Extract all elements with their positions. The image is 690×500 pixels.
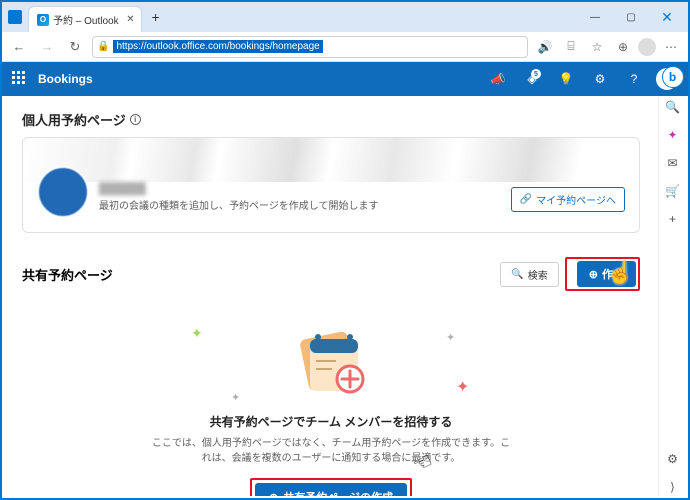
forward-button[interactable]: → — [36, 36, 58, 58]
help-icon[interactable]: ? — [622, 67, 646, 91]
sparkle-icon: ✦ — [456, 377, 469, 397]
teams-icon[interactable]: 📣 — [486, 67, 510, 91]
tab-title: 予約 – Outlook — [53, 12, 119, 27]
empty-description: ここでは、個人用予約ページではなく、チーム用予約ページを作成できます。これは、会… — [151, 436, 511, 466]
search-icon: 🔍 — [511, 269, 523, 280]
search-rail-icon[interactable]: 🔍 — [664, 98, 682, 116]
search-button[interactable]: 🔍 検索 — [500, 262, 558, 287]
browser-tab[interactable]: O 予約 – Outlook ✕ — [28, 6, 142, 32]
create-shared-page-button[interactable]: ⊕ 共有予約ページの作成 — [255, 483, 407, 496]
create-button[interactable]: ⊕ 作成 — [577, 261, 636, 287]
close-window-button[interactable]: ✕ — [650, 5, 684, 29]
copilot-rail-icon[interactable]: ✦ — [664, 126, 682, 144]
browser-sidebar: b 🔍 ✦ ✉ 🛒 + ⚙ ⟩ — [658, 96, 686, 496]
hero-banner — [23, 138, 639, 182]
notification-badge: 5 — [531, 69, 541, 79]
outlook-rail-icon[interactable]: ✉ — [664, 154, 682, 172]
sparkle-icon: ✦ — [231, 391, 240, 404]
lock-icon: 🔒 — [97, 41, 109, 52]
window-controls: — ▢ ✕ — [578, 5, 684, 29]
personal-booking-card: ██████ 最初の会議の種類を追加し、予約ページを作成して開始します 🔗 マイ… — [22, 137, 640, 233]
lightbulb-icon[interactable]: 💡 — [554, 67, 578, 91]
empty-title: 共有予約ページでチーム メンバーを招待する — [62, 413, 600, 430]
app-launcher-icon[interactable] — [12, 71, 28, 87]
diamond-icon[interactable]: ◈5 — [520, 67, 544, 91]
menu-icon[interactable]: ⋯ — [660, 36, 682, 58]
reload-button[interactable]: ↻ — [64, 36, 86, 58]
link-icon: 🔗 — [520, 194, 532, 205]
url-text: https://outlook.office.com/bookings/home… — [113, 40, 322, 53]
app-header: Bookings 📣 ◈5 💡 ⚙ ? — [2, 62, 688, 96]
shopping-rail-icon[interactable]: 🛒 — [664, 182, 682, 200]
add-rail-icon[interactable]: + — [664, 210, 682, 228]
personal-section-title: 個人用予約ページ i — [22, 110, 640, 129]
main-scroll[interactable]: 個人用予約ページ i ██████ 最初の会議の種類を追加し、予約ページを作成し… — [4, 96, 658, 496]
new-tab-button[interactable]: + — [146, 7, 166, 27]
empty-state: ✦ ✦ ✦ ✦ 共有予約ページでチーム メンバーを招待する ここでは、個人用予約… — [22, 301, 640, 496]
audio-icon[interactable]: 🔊 — [534, 36, 556, 58]
profile-icon[interactable] — [638, 38, 656, 56]
shared-section-header: 共有予約ページ 🔍 検索 ⊕ 作成 — [22, 257, 640, 291]
favorites-icon[interactable]: ☆ — [586, 36, 608, 58]
personal-desc: 最初の会議の種類を追加し、予約ページを作成して開始します — [99, 197, 501, 212]
reading-list-icon[interactable]: ⌸ — [560, 36, 582, 58]
sparkle-icon: ✦ — [191, 325, 203, 342]
app-title: Bookings — [38, 72, 93, 86]
highlight-box-create-shared: ⊕ 共有予約ページの作成 — [250, 478, 412, 496]
user-avatar-large — [37, 166, 89, 218]
settings-icon[interactable]: ⚙ — [588, 67, 612, 91]
browser-titlebar: O 予約 – Outlook ✕ + — ▢ ✕ — [2, 2, 688, 32]
sparkle-icon: ✦ — [446, 331, 455, 344]
plus-circle-icon: ⊕ — [269, 491, 278, 497]
collections-icon[interactable]: ⊕ — [612, 36, 634, 58]
browser-addressbar: ← → ↻ 🔒 https://outlook.office.com/booki… — [2, 32, 688, 62]
shared-section-title: 共有予約ページ — [22, 265, 113, 284]
collapse-rail-icon[interactable]: ⟩ — [664, 478, 682, 496]
calendar-illustration — [286, 321, 376, 401]
edge-browser-icon — [8, 10, 22, 24]
user-name: ██████ — [99, 183, 501, 195]
maximize-button[interactable]: ▢ — [614, 5, 648, 29]
info-icon[interactable]: i — [130, 114, 141, 125]
outlook-icon: O — [37, 14, 49, 26]
back-button[interactable]: ← — [8, 36, 30, 58]
url-field[interactable]: 🔒 https://outlook.office.com/bookings/ho… — [92, 36, 528, 58]
my-booking-page-button[interactable]: 🔗 マイ予約ページへ — [511, 187, 625, 212]
minimize-button[interactable]: — — [578, 5, 612, 29]
highlight-box-create: ⊕ 作成 — [565, 257, 640, 291]
tab-close-icon[interactable]: ✕ — [126, 14, 134, 25]
bing-chat-icon[interactable]: b — [662, 66, 684, 88]
plus-circle-icon: ⊕ — [589, 268, 598, 281]
settings-rail-icon[interactable]: ⚙ — [664, 450, 682, 468]
